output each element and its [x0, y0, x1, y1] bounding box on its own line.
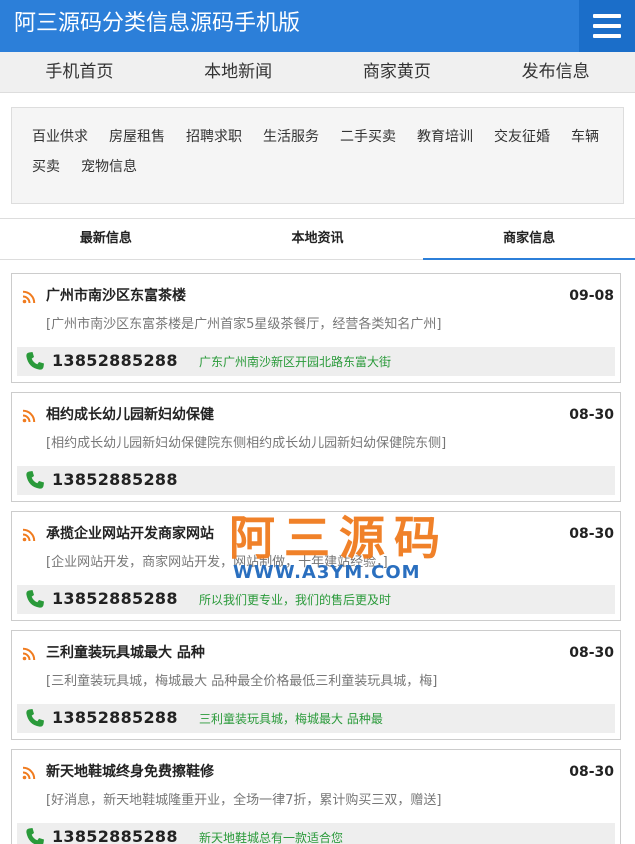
category-link[interactable]: 宠物信息 — [81, 152, 137, 182]
rss-icon — [22, 408, 36, 423]
listing-title[interactable]: 广州市南沙区东富茶楼 — [46, 285, 186, 307]
phone-icon — [25, 470, 45, 490]
menu-icon — [593, 14, 621, 18]
listing-title[interactable]: 承揽企业网站开发商家网站 — [46, 523, 214, 545]
contact-bar: 13852885288 新天地鞋城总有一款适合您 — [17, 823, 615, 844]
listing-title[interactable]: 相约成长幼儿园新妇幼保健 — [46, 404, 214, 426]
rss-icon — [22, 289, 36, 304]
listing-card[interactable]: 新天地鞋城终身免费擦鞋修 08-30 [好消息，新天地鞋城隆重开业，全场一律7折，累… — [11, 749, 621, 844]
phone-icon — [25, 351, 45, 371]
phone-number[interactable]: 13852885288 — [52, 469, 178, 491]
contact-bar: 13852885288 广东广州南沙新区开园北路东富大街 — [17, 347, 615, 376]
listing-address: 新天地鞋城总有一款适合您 — [199, 831, 344, 844]
category-link[interactable]: 生活服务 — [263, 122, 319, 152]
tab-merchant-info[interactable]: 商家信息 — [423, 219, 635, 260]
listing-list: 广州市南沙区东富茶楼 09-08 [广州市南沙区东富茶楼是广州首家5星级茶餐厅，经营… — [11, 273, 621, 844]
listing-description: [三利童装玩具城，梅城最大 品种最全价格最低三利童装玩具城，梅] — [46, 674, 438, 689]
listing-description: [广州市南沙区东富茶楼是广州首家5星级茶餐厅，经营各类知名广州] — [46, 317, 442, 332]
contact-bar: 13852885288 三利童装玩具城，梅城最大 品种最 — [17, 704, 615, 733]
nav-yellow-pages[interactable]: 商家黄页 — [318, 52, 477, 92]
contact-bar: 13852885288 — [17, 466, 615, 495]
listing-card[interactable]: 相约成长幼儿园新妇幼保健 08-30 [相约成长幼儿园新妇幼保健院东侧相约成长幼儿园… — [11, 392, 621, 502]
listing-address: 三利童装玩具城，梅城最大 品种最 — [199, 712, 383, 726]
listing-description: [相约成长幼儿园新妇幼保健院东侧相约成长幼儿园新妇幼保健院东侧] — [46, 436, 447, 451]
listing-date: 08-30 — [569, 407, 614, 423]
listing-date: 08-30 — [569, 645, 614, 661]
rss-icon — [22, 527, 36, 542]
tab-local-info[interactable]: 本地资讯 — [212, 219, 424, 259]
phone-number[interactable]: 13852885288 — [52, 350, 178, 372]
listing-card[interactable]: 广州市南沙区东富茶楼 09-08 [广州市南沙区东富茶楼是广州首家5星级茶餐厅，经营… — [11, 273, 621, 383]
listing-date: 09-08 — [569, 288, 614, 304]
site-title[interactable]: 阿三源码分类信息源码手机版 — [14, 9, 300, 39]
phone-icon — [25, 589, 45, 609]
phone-icon — [25, 827, 45, 844]
category-link[interactable]: 交友征婚 — [494, 122, 550, 152]
category-box: 百业供求 房屋租售 招聘求职 生活服务 二手买卖 教育培训 交友征婚 车辆 买卖… — [11, 107, 624, 204]
rss-icon — [22, 765, 36, 780]
main-nav: 手机首页 本地新闻 商家黄页 发布信息 — [0, 52, 635, 93]
nav-publish[interactable]: 发布信息 — [476, 52, 635, 92]
rss-icon — [22, 646, 36, 661]
category-link[interactable]: 教育培训 — [417, 122, 473, 152]
listing-description: [企业网站开发，商家网站开发，网站制做，十年建站经验，] — [46, 555, 388, 570]
listing-title[interactable]: 三利童装玩具城最大 品种 — [46, 642, 205, 664]
listing-address: 所以我们更专业，我们的售后更及时 — [199, 593, 392, 607]
category-link[interactable]: 车辆 — [571, 122, 599, 152]
phone-number[interactable]: 13852885288 — [52, 826, 178, 844]
listing-card[interactable]: 承揽企业网站开发商家网站 08-30 [企业网站开发，商家网站开发，网站制做，十年建… — [11, 511, 621, 621]
listing-date: 08-30 — [569, 526, 614, 542]
category-link[interactable]: 二手买卖 — [340, 122, 396, 152]
phone-icon — [25, 708, 45, 728]
listing-date: 08-30 — [569, 764, 614, 780]
nav-home[interactable]: 手机首页 — [0, 52, 159, 92]
listing-title[interactable]: 新天地鞋城终身免费擦鞋修 — [46, 761, 214, 783]
menu-button[interactable] — [579, 0, 635, 52]
contact-bar: 13852885288 所以我们更专业，我们的售后更及时 — [17, 585, 615, 614]
category-link[interactable]: 买卖 — [32, 152, 60, 182]
category-link[interactable]: 招聘求职 — [186, 122, 242, 152]
category-link[interactable]: 房屋租售 — [109, 122, 165, 152]
listing-address: 广东广州南沙新区开园北路东富大街 — [199, 355, 392, 369]
category-link[interactable]: 百业供求 — [32, 122, 88, 152]
listing-description: [好消息，新天地鞋城隆重开业，全场一律7折，累计购买三双，赠送] — [46, 793, 442, 808]
listing-card[interactable]: 三利童装玩具城最大 品种 08-30 [三利童装玩具城，梅城最大 品种最全价格最低三… — [11, 630, 621, 740]
phone-number[interactable]: 13852885288 — [52, 707, 178, 729]
info-tabs: 最新信息 本地资讯 商家信息 — [0, 218, 635, 260]
nav-local-news[interactable]: 本地新闻 — [159, 52, 318, 92]
top-header: 阿三源码分类信息源码手机版 — [0, 0, 635, 52]
phone-number[interactable]: 13852885288 — [52, 588, 178, 610]
tab-latest[interactable]: 最新信息 — [0, 219, 212, 259]
